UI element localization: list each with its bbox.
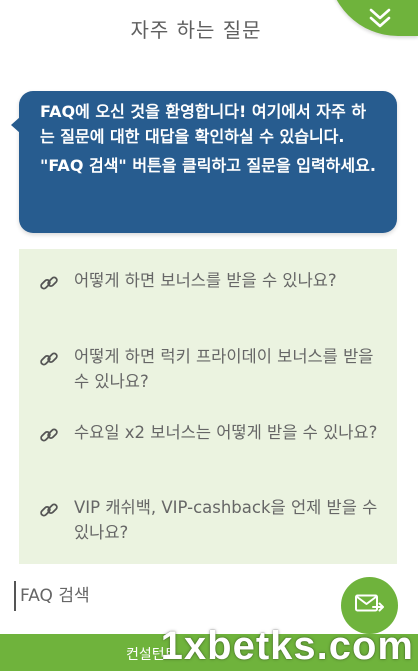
faq-item[interactable]: 어떻게 하면 보너스를 받을 수 있나요? [19,267,397,327]
watermark: 1xbetks.com [160,624,414,668]
welcome-line-2: "FAQ 검색" 버튼을 클릭하고 질문을 입력하세요. [40,156,376,175]
faq-header: 자주 하는 질문 [0,0,418,58]
faq-item[interactable]: 어떻게 하면 럭키 프라이데이 보너스를 받을 수 있나요? [19,343,397,403]
faq-item[interactable]: 수요일 x2 보너스는 어떻게 받을 수 있나요? [19,419,397,479]
faq-item[interactable]: VIP 캐쉬백, VIP-cashback을 언제 받을 수 있나요? [19,494,397,554]
faq-list: 어떻게 하면 보너스를 받을 수 있나요? 어떻게 하면 럭키 프라이데이 보너… [19,249,397,571]
faq-question: 어떻게 하면 보너스를 받을 수 있나요? [74,271,337,290]
faq-question: 어떻게 하면 럭키 프라이데이 보너스를 받을 수 있나요? [74,347,374,391]
link-icon [40,428,58,442]
link-icon [40,352,58,366]
double-chevron-down-icon [369,8,391,28]
faq-search-input[interactable] [14,581,329,611]
page-title: 자주 하는 질문 [130,18,262,42]
welcome-line-1: FAQ에 오신 것을 환영합니다! 여기에서 자주 하는 질문에 대한 대답을 … [40,102,367,146]
faq-question: 수요일 x2 보너스는 어떻게 받을 수 있나요? [74,423,378,442]
link-icon [40,503,58,517]
link-icon [40,276,58,290]
send-mail-icon [355,594,384,612]
welcome-text: FAQ에 오신 것을 환영합니다! 여기에서 자주 하는 질문에 대한 대답을 … [40,99,380,178]
bubble-tail [11,117,20,133]
faq-question: VIP 캐쉬백, VIP-cashback을 언제 받을 수 있나요? [74,498,378,542]
welcome-bubble: FAQ에 오신 것을 환영합니다! 여기에서 자주 하는 질문에 대한 대답을 … [11,91,397,233]
